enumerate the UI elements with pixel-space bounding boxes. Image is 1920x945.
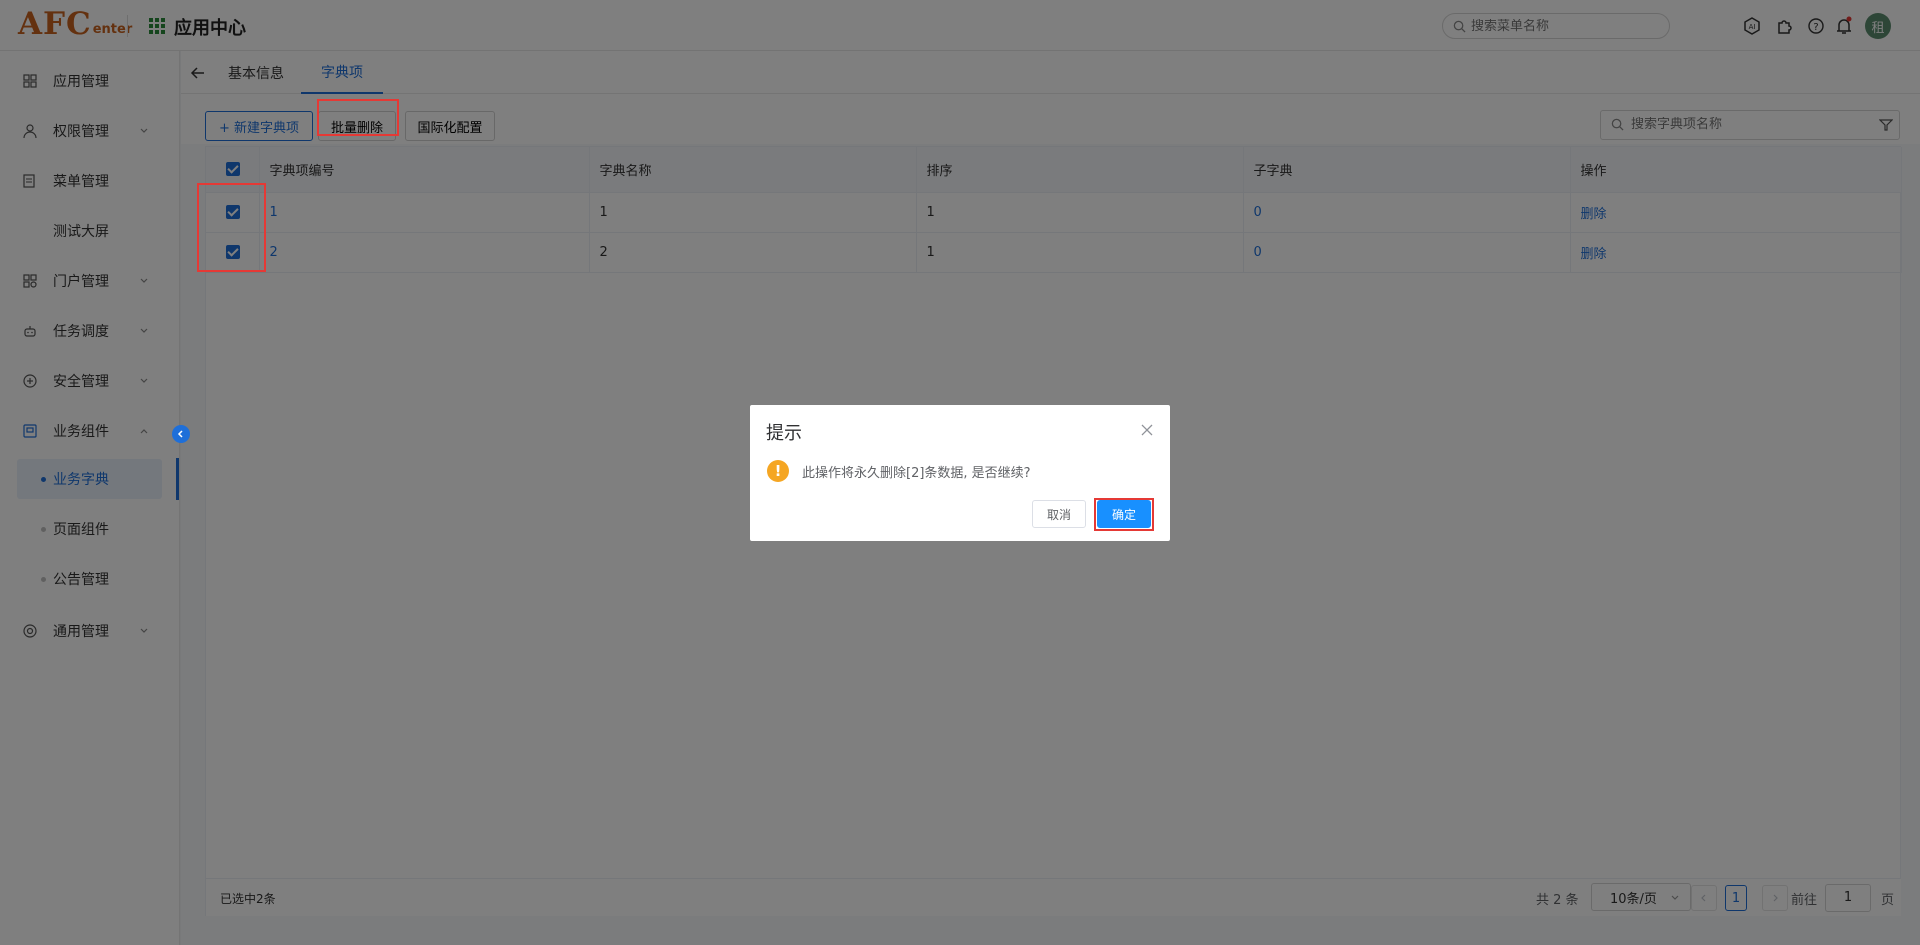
dialog-title: 提示 <box>766 423 802 444</box>
highlight-batch-delete <box>317 99 399 136</box>
cancel-button[interactable]: 取消 <box>1032 500 1086 528</box>
highlight-row-checkboxes <box>197 183 266 272</box>
dialog-message: 此操作将永久删除[2]条数据, 是否继续? <box>802 466 1031 481</box>
warning-icon: ! <box>767 460 789 482</box>
close-icon[interactable] <box>1140 423 1154 437</box>
sidebar-collapse-button[interactable] <box>172 425 190 443</box>
highlight-confirm-button <box>1094 498 1154 531</box>
chevron-left-icon <box>177 430 183 438</box>
